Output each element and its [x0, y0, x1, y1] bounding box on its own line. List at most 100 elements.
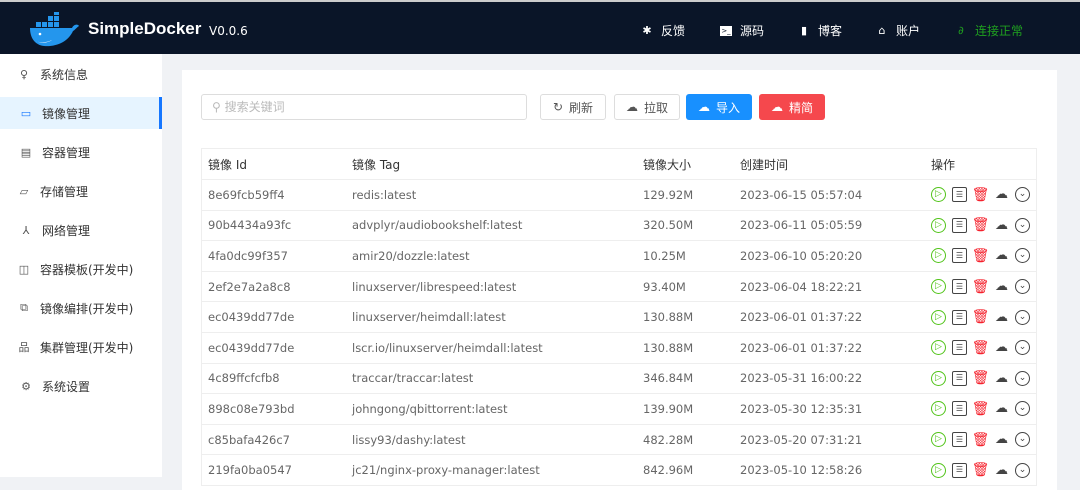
delete-icon[interactable]: 🗑	[972, 279, 990, 294]
gear-icon: ⚙	[21, 379, 31, 393]
row-actions: ▷ ☰ 🗑 ☁ ⌄	[925, 217, 1036, 233]
run-icon[interactable]: ▷	[931, 370, 946, 386]
folder-icon: ▱	[19, 184, 29, 198]
sidebar-item-label: 镜像管理	[42, 106, 91, 121]
expand-icon[interactable]: ⌄	[1015, 217, 1030, 233]
run-icon[interactable]: ▷	[931, 187, 946, 203]
details-icon[interactable]: ☰	[952, 401, 967, 417]
details-icon[interactable]: ☰	[952, 279, 967, 295]
run-icon[interactable]: ▷	[931, 309, 946, 325]
home-icon: ⌂	[878, 24, 886, 37]
delete-icon[interactable]: 🗑	[972, 463, 990, 478]
prune-button[interactable]: ☁ 精简	[759, 94, 825, 120]
details-icon[interactable]: ☰	[952, 462, 967, 478]
delete-icon[interactable]: 🗑	[972, 340, 990, 355]
details-icon[interactable]: ☰	[952, 309, 967, 325]
refresh-button[interactable]: ↻ 刷新	[540, 94, 606, 120]
nav-blog[interactable]: ▮ 博客	[798, 22, 842, 39]
run-icon[interactable]: ▷	[931, 401, 946, 417]
cloud-push-icon[interactable]: ☁	[994, 463, 1009, 478]
expand-icon[interactable]: ⌄	[1015, 309, 1030, 325]
sidebar-item-containers[interactable]: ▤ 容器管理	[0, 136, 162, 168]
sidebar-item-images[interactable]: ▭ 镜像管理	[0, 97, 162, 129]
cloud-push-icon[interactable]: ☁	[994, 187, 1009, 202]
nav-account[interactable]: ⌂ 账户	[876, 22, 921, 39]
cloud-push-icon[interactable]: ☁	[994, 310, 1009, 325]
sidebar-item-settings[interactable]: ⚙ 系统设置	[0, 370, 162, 402]
run-icon[interactable]: ▷	[931, 217, 946, 233]
sidebar-item-cluster[interactable]: 品集群管理(开发中)	[0, 331, 162, 363]
delete-icon[interactable]: 🗑	[972, 401, 990, 416]
details-icon[interactable]: ☰	[952, 340, 967, 356]
image-tag: linuxserver/heimdall:latest	[352, 310, 506, 325]
table-row: ec0439dd77de lscr.io/linuxserver/heimdall…	[202, 333, 1036, 364]
table-row: 4fa0dc99f357 amir20/dozzle:latest 10.25M 20…	[202, 241, 1036, 272]
run-icon[interactable]: ▷	[931, 248, 946, 264]
nav-source[interactable]: >_ 源码	[720, 22, 764, 39]
cloud-push-icon[interactable]: ☁	[994, 218, 1009, 233]
delete-icon[interactable]: 🗑	[972, 218, 990, 233]
sidebar-item-network[interactable]: ⅄ 网络管理	[0, 214, 162, 246]
sidebar-item-templates[interactable]: ◫ 容器模板(开发中)	[0, 253, 162, 285]
delete-icon[interactable]: 🗑	[972, 310, 990, 325]
expand-icon[interactable]: ⌄	[1015, 462, 1030, 478]
table-header-row: 镜像 Id 镜像 Tag 镜像大小 创建时间 操作	[202, 149, 1036, 180]
expand-icon[interactable]: ⌄	[1015, 187, 1030, 203]
row-actions: ▷ ☰ 🗑 ☁ ⌄	[925, 187, 1036, 203]
import-button[interactable]: ☁ 导入	[686, 94, 752, 120]
link-icon: ∂	[958, 24, 964, 37]
cloud-push-icon[interactable]: ☁	[994, 401, 1009, 416]
user-icon: ♀	[19, 67, 29, 81]
image-id: ec0439dd77de	[208, 340, 295, 355]
delete-icon[interactable]: 🗑	[972, 248, 990, 263]
row-actions: ▷ ☰ 🗑 ☁ ⌄	[925, 401, 1036, 417]
expand-icon[interactable]: ⌄	[1015, 432, 1030, 448]
delete-icon[interactable]: 🗑	[972, 371, 990, 386]
sidebar-item-label: 容器管理	[42, 145, 91, 160]
image-id: 4fa0dc99f357	[208, 248, 288, 263]
expand-icon[interactable]: ⌄	[1015, 279, 1030, 295]
sidebar-item-system-info[interactable]: ♀ 系统信息	[0, 58, 162, 90]
search-input[interactable]: ⚲ 搜索关键词	[201, 94, 527, 120]
terminal-icon: >_	[720, 25, 732, 36]
sidebar-item-compose[interactable]: ⧉ 镜像编排(开发中)	[0, 292, 162, 324]
run-icon[interactable]: ▷	[931, 462, 946, 478]
cloud-push-icon[interactable]: ☁	[994, 279, 1009, 294]
pull-button[interactable]: ☁ 拉取	[614, 94, 680, 120]
cloud-push-icon[interactable]: ☁	[994, 432, 1009, 447]
image-size: 10.25M	[643, 248, 686, 263]
column-header-size: 镜像大小	[643, 157, 692, 172]
table-row: 898c08e793bd johngong/qbittorrent:latest 1…	[202, 394, 1036, 425]
run-icon[interactable]: ▷	[931, 340, 946, 356]
image-size: 346.84M	[643, 371, 694, 386]
sidebar-item-storage[interactable]: ▱ 存储管理	[0, 175, 162, 207]
table-row: c85bafa426c7 lissy93/dashy:latest 482.28M 2…	[202, 425, 1036, 456]
delete-icon[interactable]: 🗑	[972, 187, 990, 202]
nav-feedback[interactable]: ✱ 反馈	[641, 22, 685, 39]
run-icon[interactable]: ▷	[931, 432, 946, 448]
cloud-push-icon[interactable]: ☁	[994, 248, 1009, 263]
expand-icon[interactable]: ⌄	[1015, 370, 1030, 386]
details-icon[interactable]: ☰	[952, 370, 967, 386]
sidebar-item-label: 集群管理(开发中)	[40, 340, 134, 355]
row-actions: ▷ ☰ 🗑 ☁ ⌄	[925, 432, 1036, 448]
expand-icon[interactable]: ⌄	[1015, 401, 1030, 417]
details-icon[interactable]: ☰	[952, 217, 967, 233]
details-icon[interactable]: ☰	[952, 432, 967, 448]
expand-icon[interactable]: ⌄	[1015, 340, 1030, 356]
details-icon[interactable]: ☰	[952, 248, 967, 264]
book-icon: ▮	[800, 24, 808, 37]
search-placeholder: 搜索关键词	[224, 100, 285, 114]
run-icon[interactable]: ▷	[931, 279, 946, 295]
delete-icon[interactable]: 🗑	[972, 432, 990, 447]
search-icon: ⚲	[212, 100, 221, 114]
details-icon[interactable]: ☰	[952, 187, 967, 203]
image-tag: johngong/qbittorrent:latest	[352, 401, 508, 416]
nav-label: 博客	[818, 24, 843, 38]
template-icon: ◫	[18, 262, 30, 276]
expand-icon[interactable]: ⌄	[1015, 248, 1030, 264]
created-time: 2023-06-01 01:37:22	[740, 340, 863, 355]
column-header-id: 镜像 Id	[208, 157, 247, 172]
cloud-push-icon[interactable]: ☁	[994, 371, 1009, 386]
cloud-push-icon[interactable]: ☁	[994, 340, 1009, 355]
